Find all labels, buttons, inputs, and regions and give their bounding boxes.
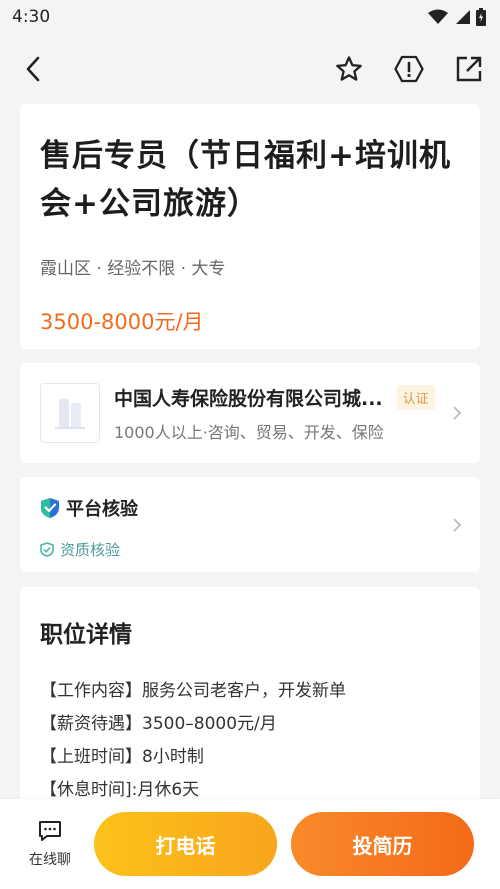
verification-title: 平台核验: [66, 499, 138, 520]
detail-line: 【上班时间】8小时制: [40, 747, 204, 767]
chevron-right-icon: [453, 406, 462, 420]
job-salary: 3500-8000元/月: [40, 310, 204, 334]
verified-shield-icon: [41, 498, 59, 518]
job-title: 售后专员（节日福利+培训机会+公司旅游）: [40, 138, 451, 222]
call-button[interactable]: 打电话: [94, 812, 277, 876]
status-icons: [428, 8, 486, 26]
company-description: 1000人以上·咨询、贸易、开发、保险: [114, 422, 384, 442]
verification-subtitle: 资质核验: [60, 541, 121, 559]
battery-icon: [476, 8, 486, 26]
star-icon[interactable]: [334, 54, 364, 84]
online-chat-button[interactable]: 在线聊: [26, 819, 74, 869]
company-card[interactable]: 中国人寿保险股份有限公司城... 认证 1000人以上·咨询、贸易、开发、保险: [20, 363, 480, 463]
detail-line: 【工作内容】服务公司老客户，开发新单: [40, 681, 346, 701]
verification-card[interactable]: 平台核验 资质核验: [20, 477, 480, 572]
job-meta: 霞山区 · 经验不限 · 大专: [40, 259, 226, 279]
job-card: 售后专员（节日福利+培训机会+公司旅游） 霞山区 · 经验不限 · 大专 350…: [20, 104, 480, 349]
certified-badge: 认证: [396, 384, 435, 410]
apply-resume-button[interactable]: 投简历: [291, 812, 474, 876]
company-name: 中国人寿保险股份有限公司城...: [114, 387, 383, 410]
status-bar: 4:30: [0, 0, 500, 34]
chevron-right-icon: [453, 517, 462, 532]
toolbar-actions: [334, 54, 484, 84]
qualification-shield-icon: [40, 542, 54, 557]
top-toolbar: [0, 34, 500, 104]
detail-line: 【薪资待遇】3500–8000元/月: [40, 714, 277, 734]
details-title: 职位详情: [40, 622, 132, 648]
report-icon[interactable]: [394, 54, 424, 84]
bottom-action-bar: 在线聊 打电话 投简历: [0, 799, 500, 889]
back-arrow-icon[interactable]: [18, 54, 48, 84]
share-icon[interactable]: [454, 54, 484, 84]
wifi-icon: [428, 9, 448, 24]
company-info: 中国人寿保险股份有限公司城... 认证 1000人以上·咨询、贸易、开发、保险: [114, 384, 460, 443]
verification-title-row: 平台核验: [40, 495, 460, 521]
status-time: 4:30: [12, 7, 51, 27]
signal-icon: [456, 10, 470, 24]
chat-bubble-icon: [39, 821, 61, 841]
chat-label: 在线聊: [29, 852, 71, 868]
company-logo: [40, 383, 100, 443]
details-lines: 【工作内容】服务公司老客户，开发新单 【薪资待遇】3500–8000元/月 【上…: [40, 675, 460, 807]
verification-sub-row: 资质核验: [40, 539, 460, 560]
